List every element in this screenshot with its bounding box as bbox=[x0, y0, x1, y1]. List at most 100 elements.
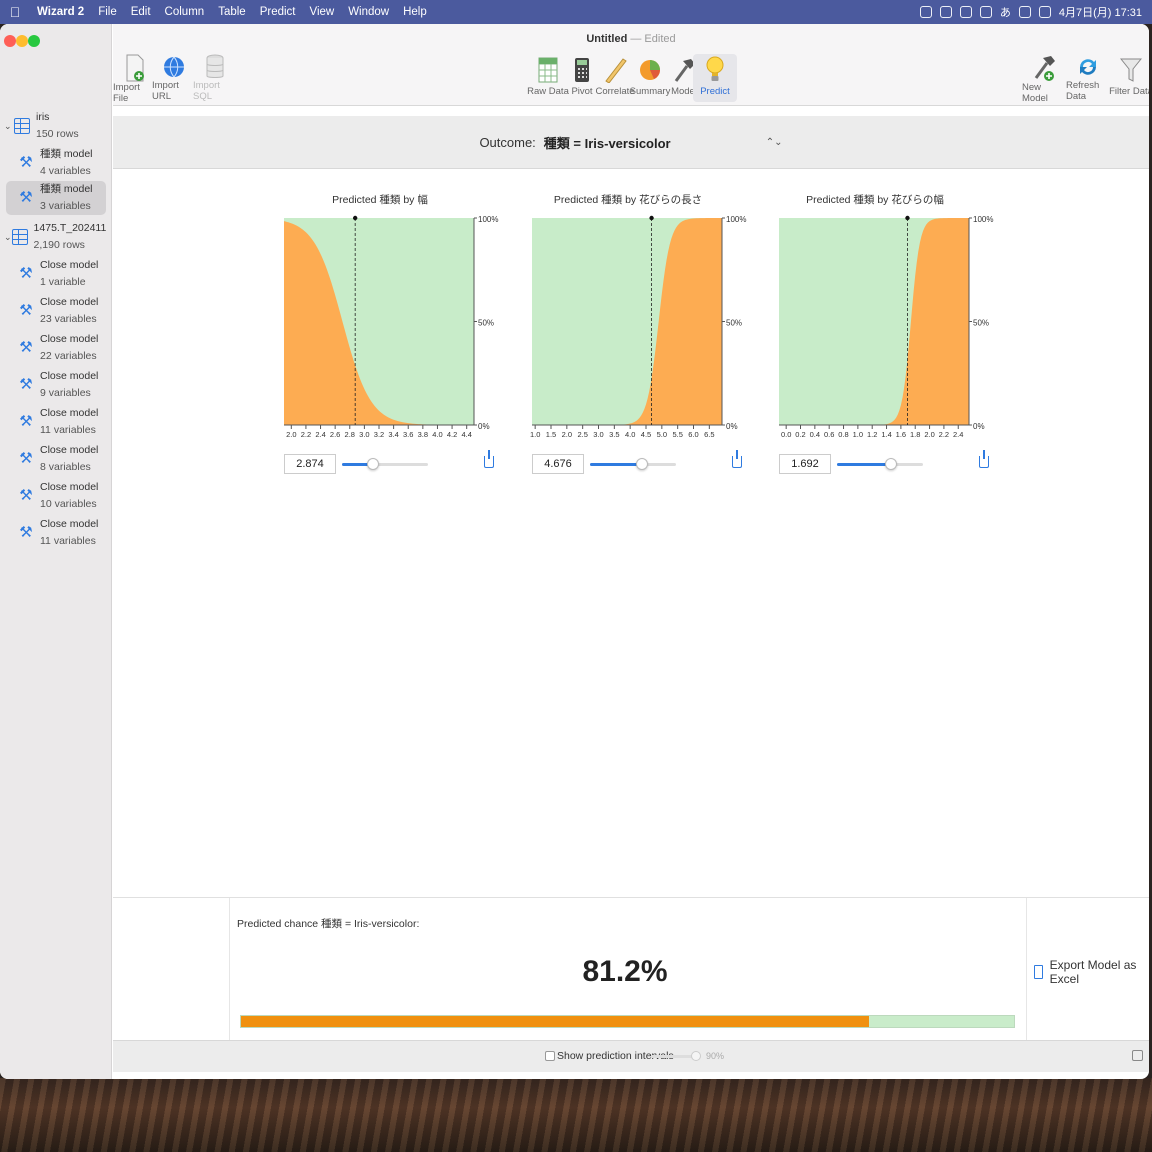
new-model-button[interactable]: New Model bbox=[1022, 54, 1066, 104]
menu-file[interactable]: File bbox=[91, 6, 124, 18]
x-tick-label: 0.4 bbox=[810, 430, 820, 439]
control-center-icon[interactable] bbox=[1038, 6, 1051, 18]
menu-edit[interactable]: Edit bbox=[124, 6, 158, 18]
x-tick-label: 2.2 bbox=[939, 430, 949, 439]
chart-plot[interactable]: 100% 50% 0% 0.0 0.2 0.4 0.6 0.8 1.0 1.2 1.4 1.6 1.8 2… bbox=[779, 215, 1004, 446]
document-title: Untitled bbox=[586, 33, 628, 45]
input-method-icon[interactable]: あ bbox=[1000, 4, 1011, 20]
import-sql-button[interactable]: Import SQL bbox=[193, 54, 237, 102]
slider-knob[interactable] bbox=[366, 458, 379, 470]
hammer-icon: ⚒ bbox=[19, 413, 33, 430]
import-file-icon bbox=[121, 54, 149, 82]
sidebar-model-item[interactable]: ⚒ Close model 11 variables bbox=[18, 405, 106, 439]
window-title: Untitled — Edited bbox=[113, 33, 1149, 45]
x-tick-label: 4.0 bbox=[625, 430, 635, 439]
slider-knob[interactable] bbox=[885, 458, 898, 470]
slider-knob[interactable] bbox=[635, 458, 648, 470]
status-menus: あ 4月7日(月) 17:31 bbox=[919, 4, 1152, 20]
chart-plot[interactable]: 100% 50% 0% 2.0 2.2 2.4 2.6 2.8 3.0 3.2 3.4 3.6 3.8 4… bbox=[284, 215, 509, 446]
y-tick-label: 100% bbox=[478, 215, 498, 224]
value-input[interactable]: 1.692 bbox=[779, 454, 831, 474]
value-input[interactable]: 4.676 bbox=[532, 454, 584, 474]
divider bbox=[229, 898, 230, 1040]
sidebar-model-item[interactable]: ⚒ Close model 11 variables bbox=[18, 516, 106, 550]
apple-menu-icon[interactable]:  bbox=[0, 4, 30, 20]
sidebar-model-item[interactable]: ⚒ Close model 22 variables bbox=[18, 331, 106, 365]
disclosure-icon[interactable]: ⌄ bbox=[4, 121, 14, 132]
sidebar-model-item[interactable]: ⚒ Close model 9 variables bbox=[18, 368, 106, 402]
document-edited: — Edited bbox=[630, 33, 676, 45]
status-shield-icon[interactable] bbox=[939, 6, 952, 18]
menu-app[interactable]: Wizard 2 bbox=[30, 6, 91, 18]
x-tick-label: 1.0 bbox=[853, 430, 863, 439]
y-tick-label: 50% bbox=[973, 319, 989, 328]
status-wifi-icon[interactable] bbox=[979, 6, 992, 18]
refresh-data-button[interactable]: Refresh Data bbox=[1066, 54, 1110, 102]
share-icon[interactable] bbox=[732, 450, 742, 468]
dataset-name: 1475.T_20241117_... bbox=[33, 222, 106, 234]
menu-column[interactable]: Column bbox=[158, 6, 212, 18]
x-tick-label: 0.0 bbox=[781, 430, 791, 439]
chevron-up-down-icon[interactable]: ⌃⌄ bbox=[766, 137, 783, 148]
ruler-icon bbox=[601, 54, 629, 86]
sidebar-model-item-selected[interactable]: ⚒ 種類 model 3 variables bbox=[6, 181, 106, 215]
x-tick-label: 1.5 bbox=[546, 430, 556, 439]
menu-predict[interactable]: Predict bbox=[253, 6, 303, 18]
import-url-button[interactable]: Import URL bbox=[152, 54, 196, 102]
chart-plot[interactable]: 100% 50% 0% 1.0 1.5 2.0 2.5 3.0 3.5 4.0 4.5 5.0 5.5 6… bbox=[530, 215, 757, 446]
model-vars: 23 variables bbox=[40, 313, 97, 325]
model-name: Close model bbox=[40, 444, 99, 456]
export-excel-button[interactable]: Export Model as Excel bbox=[1034, 958, 1149, 986]
import-file-button[interactable]: Import File bbox=[113, 54, 157, 104]
sidebar-model-item[interactable]: ⚒ Close model 23 variables bbox=[18, 294, 106, 328]
sidebar-dataset-iris[interactable]: ⌄ iris 150 rows bbox=[4, 109, 106, 143]
sidebar-model-item[interactable]: ⚒ Close model 10 variables bbox=[18, 479, 106, 513]
outcome-value[interactable]: 種類 = Iris-versicolor bbox=[544, 133, 766, 152]
menu-window[interactable]: Window bbox=[341, 6, 396, 18]
share-icon[interactable] bbox=[484, 450, 494, 468]
app-window: ⌄ iris 150 rows ⚒ 種類 model 4 variables ⚒ 種… bbox=[0, 24, 1149, 1079]
dataset-name: iris bbox=[36, 111, 50, 123]
menu-clock[interactable]: 4月7日(月) 17:31 bbox=[1059, 4, 1142, 20]
status-app-icon[interactable] bbox=[919, 6, 932, 18]
disclosure-icon[interactable]: ⌄ bbox=[4, 232, 12, 243]
close-window-button[interactable] bbox=[4, 35, 16, 47]
panel-toggle-icon[interactable] bbox=[1132, 1050, 1143, 1061]
hammer-icon: ⚒ bbox=[19, 154, 33, 171]
status-battery-icon[interactable] bbox=[959, 6, 972, 18]
search-icon[interactable] bbox=[1018, 6, 1031, 18]
filter-data-button[interactable]: Filter Data bbox=[1109, 54, 1149, 102]
sidebar-dataset-1475[interactable]: ⌄ 1475.T_20241117_... 2,190 rows bbox=[4, 220, 106, 254]
sidebar-model-item[interactable]: ⚒ Close model 8 variables bbox=[18, 442, 106, 476]
sidebar-model-item[interactable]: ⚒ Close model 1 variable bbox=[18, 257, 106, 291]
x-tick-label: 5.5 bbox=[672, 430, 682, 439]
minimize-window-button[interactable] bbox=[16, 35, 28, 47]
x-tick-label: 4.0 bbox=[432, 430, 442, 439]
value-slider[interactable] bbox=[590, 458, 676, 470]
menu-help[interactable]: Help bbox=[396, 6, 434, 18]
menu-view[interactable]: View bbox=[302, 6, 341, 18]
value-slider[interactable] bbox=[342, 458, 428, 470]
show-intervals-checkbox[interactable] bbox=[545, 1051, 555, 1061]
outcome-selector[interactable]: Outcome: 種類 = Iris-versicolor ⌃⌄ bbox=[113, 116, 1149, 169]
model-vars: 10 variables bbox=[40, 498, 97, 510]
value-slider[interactable] bbox=[837, 458, 923, 470]
x-tick-label: 2.6 bbox=[330, 430, 340, 439]
sidebar-model-item[interactable]: ⚒ 種類 model 4 variables bbox=[18, 146, 106, 180]
y-tick-label: 50% bbox=[478, 319, 494, 328]
hammer-icon: ⚒ bbox=[19, 487, 33, 504]
model-name: Close model bbox=[40, 518, 99, 530]
x-tick-label: 2.8 bbox=[345, 430, 355, 439]
dataset-rows: 150 rows bbox=[36, 128, 79, 140]
interval-slider-knob[interactable] bbox=[691, 1051, 701, 1061]
x-tick-label: 4.2 bbox=[447, 430, 457, 439]
share-icon[interactable] bbox=[979, 450, 989, 468]
menu-table[interactable]: Table bbox=[211, 6, 253, 18]
predict-button[interactable]: Predict bbox=[693, 54, 737, 102]
interval-slider[interactable] bbox=[651, 1051, 701, 1061]
new-model-icon bbox=[1030, 54, 1058, 82]
zoom-window-button[interactable] bbox=[28, 35, 40, 47]
x-tick-label: 2.2 bbox=[301, 430, 311, 439]
x-tick-label: 3.0 bbox=[359, 430, 369, 439]
value-input[interactable]: 2.874 bbox=[284, 454, 336, 474]
